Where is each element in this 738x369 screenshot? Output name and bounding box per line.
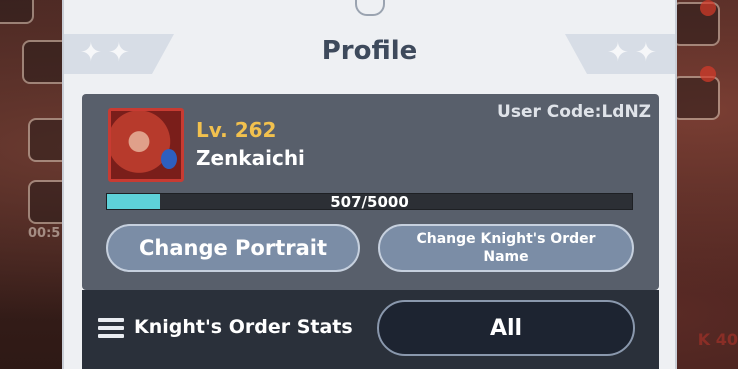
portrait-gem-icon (161, 149, 177, 169)
background-menu-button (0, 0, 34, 24)
profile-card: Lv. 262 Zenkaichi User Code:LdNZ 507/500… (82, 94, 659, 290)
notification-dot (700, 0, 716, 16)
profile-panel: ✦ ✦ ✦ ✦ Profile Lv. 262 Zenkaichi User C… (62, 0, 677, 369)
notification-dot-2 (700, 66, 716, 82)
background-timer-text: 00:5 (28, 226, 61, 241)
change-order-name-button[interactable]: Change Knight's Order Name (378, 224, 634, 272)
player-level: Lv. 262 (196, 118, 277, 142)
exp-progress-text: 507/5000 (330, 193, 409, 211)
page-title: Profile (321, 36, 418, 66)
background-edge-text: K 40 (697, 330, 738, 349)
order-stats-label: Knight's Order Stats (134, 316, 353, 338)
stats-filter-dropdown[interactable]: All (377, 300, 635, 356)
menu-icon (98, 318, 124, 338)
exp-progress-bar: 507/5000 (106, 193, 633, 211)
order-stats-row: Knight's Order Stats All (82, 290, 659, 369)
panel-notch (354, 0, 385, 16)
background-right-button-2 (672, 76, 720, 120)
change-portrait-button[interactable]: Change Portrait (106, 224, 360, 272)
avatar[interactable] (108, 108, 184, 182)
user-code: User Code:LdNZ (497, 102, 651, 122)
player-name: Zenkaichi (196, 146, 305, 170)
